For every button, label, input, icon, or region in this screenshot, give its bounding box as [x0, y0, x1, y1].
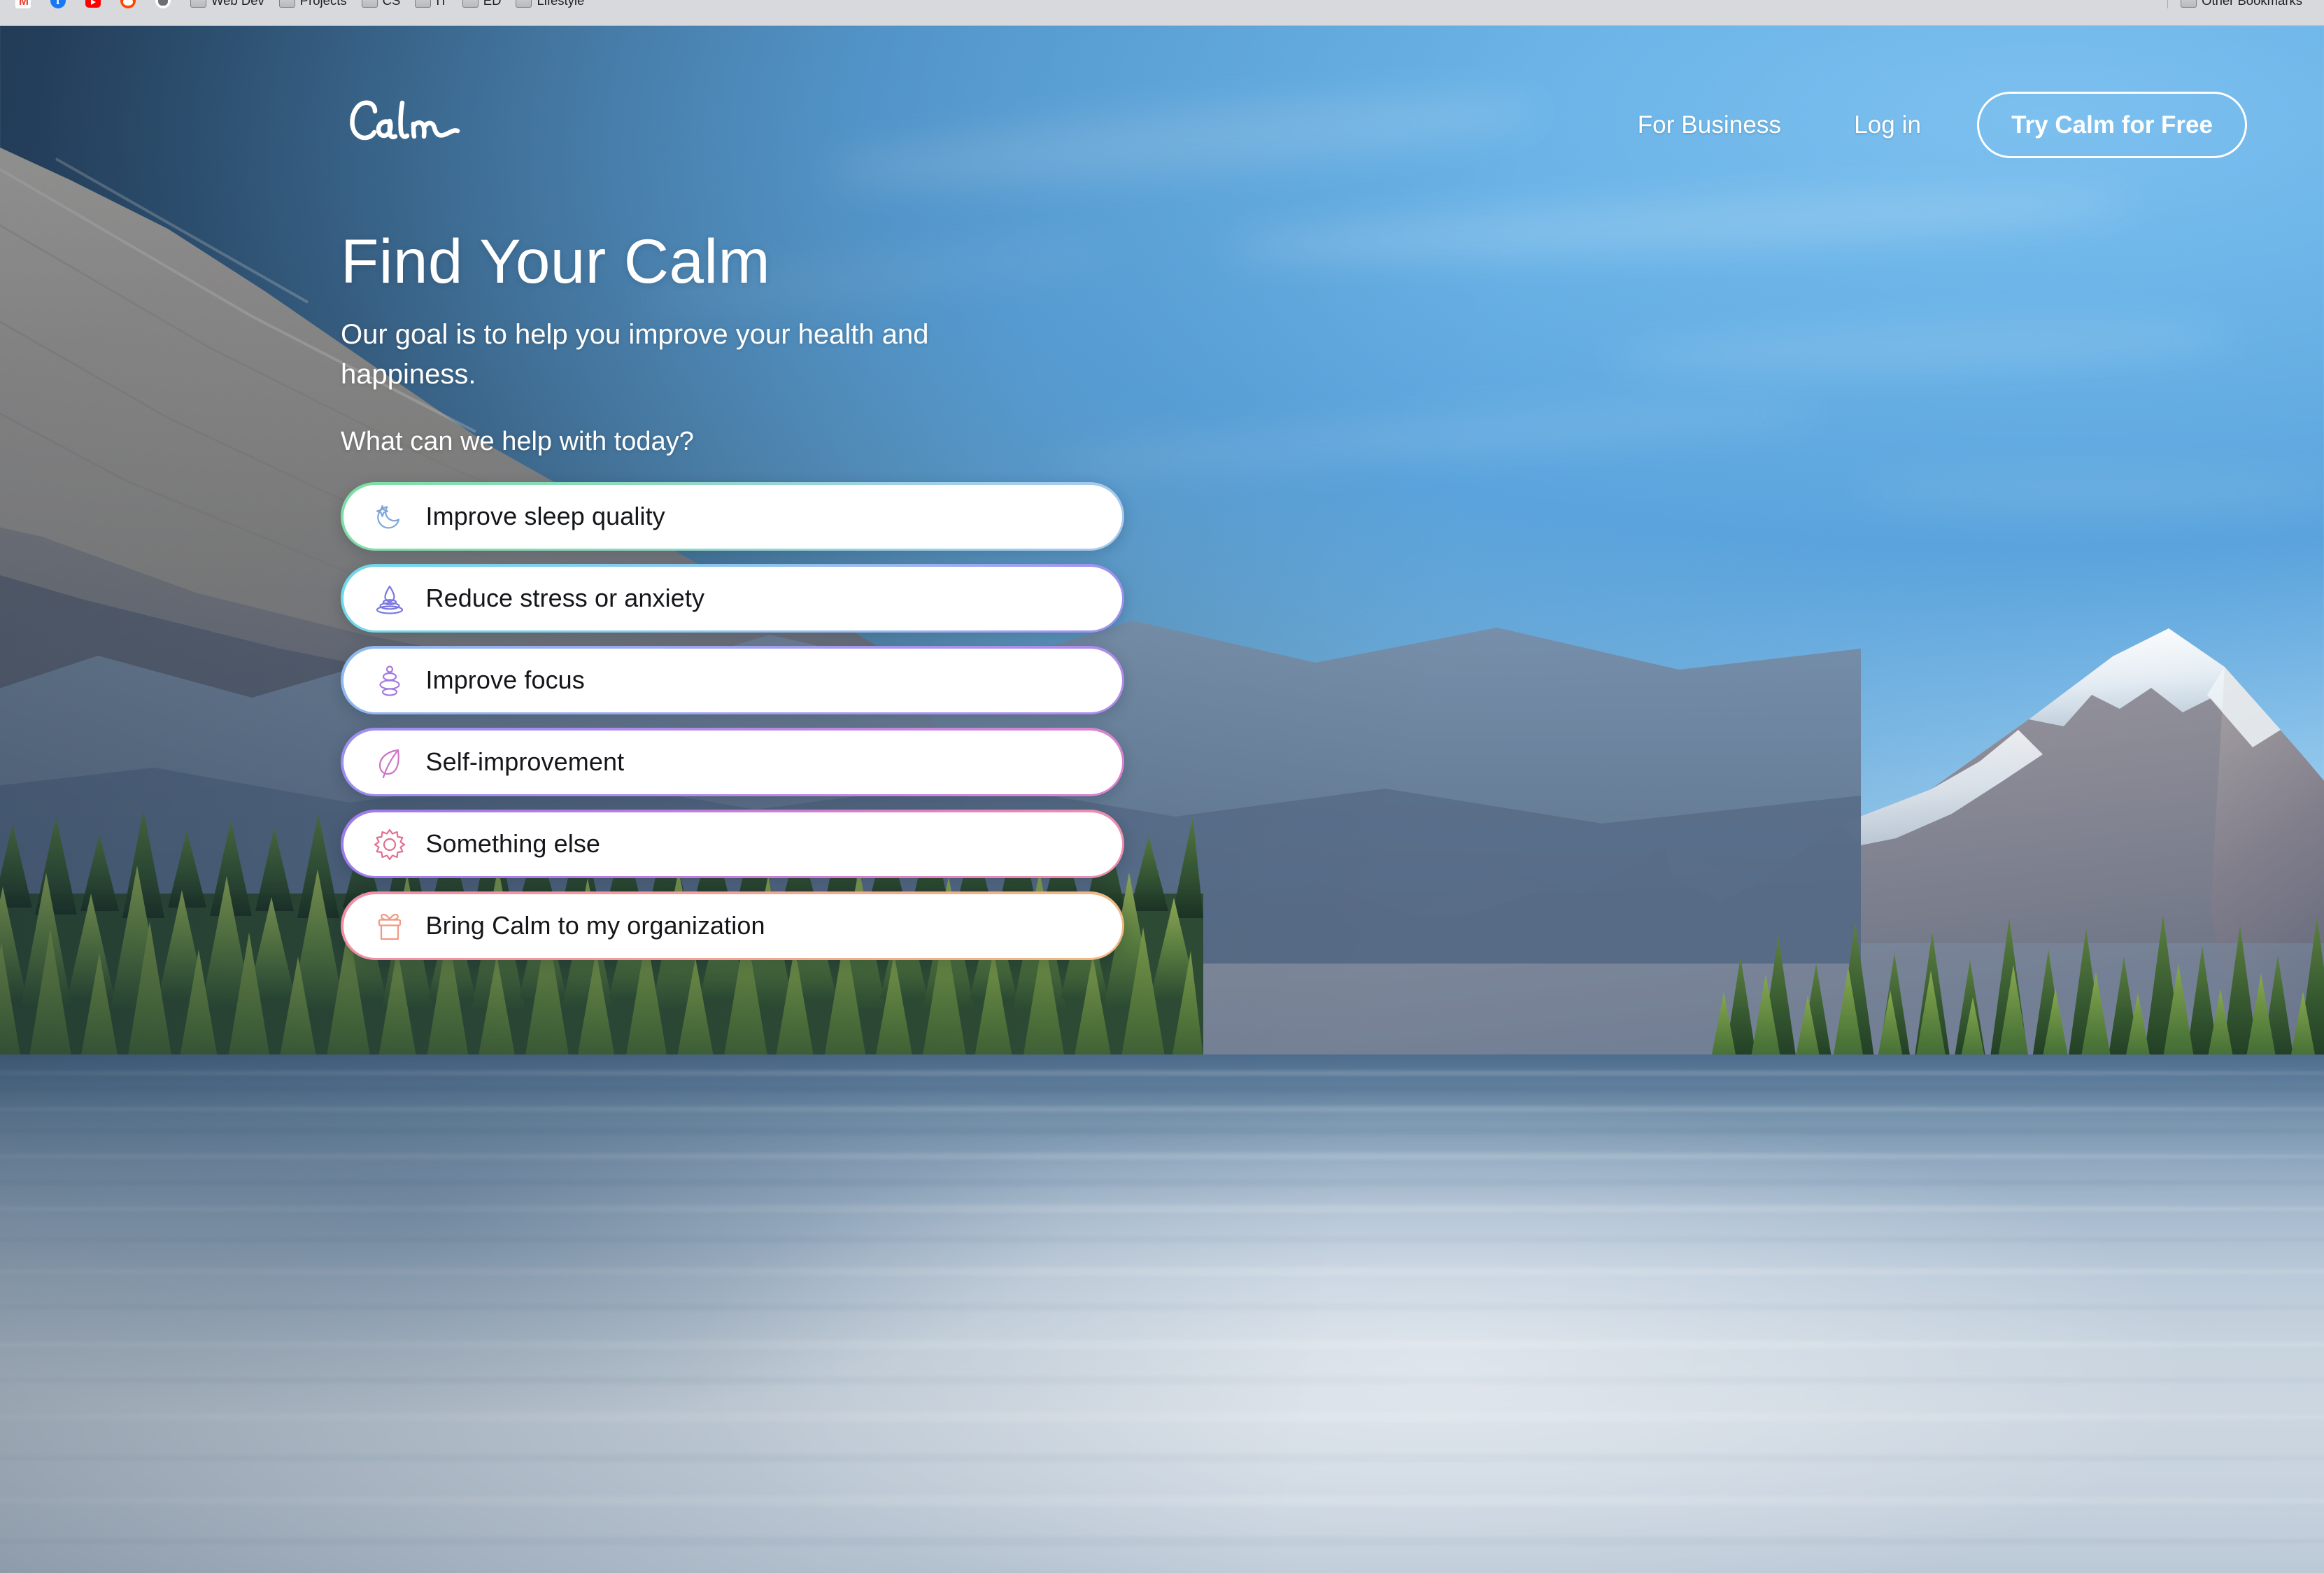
bookmark-folder-lifestyle[interactable]: Lifestyle [510, 0, 593, 12]
other-bookmarks-label: Other Bookmarks [2202, 0, 2302, 8]
option-label: Improve sleep quality [425, 502, 665, 531]
moon-sparkle-icon [371, 498, 408, 535]
bookmark-folder-cs[interactable]: CS [356, 0, 410, 12]
goal-options-list: Improve sleep quality Reduce stress or a… [341, 482, 1124, 961]
calm-landing-page: For Business Log in Try Calm for Free Fi… [0, 26, 2324, 1573]
option-self-improvement[interactable]: Self-improvement [341, 728, 1124, 797]
option-bring-calm-to-my-organization[interactable]: Bring Calm to my organization [341, 891, 1124, 961]
bookmark-label: Web Dev [211, 0, 264, 8]
bookmark-item[interactable] [115, 0, 150, 12]
hero-prompt: What can we help with today? [341, 427, 694, 457]
bookmark-item[interactable] [150, 0, 185, 12]
bookmark-folder-web-dev[interactable]: Web Dev [185, 0, 274, 12]
site-header: For Business Log in Try Calm for Free [0, 26, 2324, 236]
nav-for-business[interactable]: For Business [1601, 111, 1818, 139]
folder-icon [190, 0, 206, 8]
hero-subtitle: Our goal is to help you improve your hea… [341, 319, 929, 390]
option-label: Something else [425, 829, 601, 859]
option-label: Self-improvement [425, 747, 625, 777]
stacked-stones-icon [371, 662, 408, 698]
bookmark-label: IT [436, 0, 448, 8]
folder-icon [278, 0, 295, 8]
folder-icon [462, 0, 479, 8]
page-title: Find Your Calm [341, 226, 771, 296]
option-label: Improve focus [425, 665, 585, 695]
bookmark-label: CS [382, 0, 401, 8]
bookmark-item[interactable] [45, 0, 80, 12]
facebook-favicon [50, 0, 66, 8]
lake-water [0, 1054, 2324, 1573]
other-bookmarks-button[interactable]: Other Bookmarks [2175, 0, 2311, 12]
bookmark-folder-ed[interactable]: ED [457, 0, 511, 12]
leaf-icon [371, 744, 408, 780]
youtube-favicon [85, 0, 101, 8]
bookmark-list: Web Dev Projects CS IT ED Lifestyle [0, 0, 593, 13]
nav-log-in[interactable]: Log in [1818, 111, 1957, 139]
water-drop-ripple-icon [371, 580, 408, 616]
main-navigation: For Business Log in Try Calm for Free [1601, 92, 2247, 158]
hero-content: Find Your Calm Our goal is to help you i… [341, 226, 1180, 961]
reddit-favicon [120, 0, 136, 8]
gmail-favicon [15, 0, 31, 8]
bookmark-label: ED [483, 0, 502, 8]
github-favicon [155, 0, 171, 8]
bookmark-label: Lifestyle [537, 0, 585, 8]
option-label: Bring Calm to my organization [425, 911, 765, 940]
option-improve-focus[interactable]: Improve focus [341, 646, 1124, 715]
folder-icon [361, 0, 378, 8]
bookmark-item[interactable] [10, 0, 45, 12]
option-label: Reduce stress or anxiety [425, 584, 705, 613]
folder-icon [516, 0, 532, 8]
bookmark-divider [2167, 0, 2169, 8]
gift-box-icon [371, 908, 408, 944]
try-calm-for-free-button[interactable]: Try Calm for Free [1977, 92, 2247, 158]
other-bookmarks-group: Other Bookmarks [2160, 0, 2311, 13]
calm-logo[interactable] [341, 93, 481, 149]
bookmark-label: Projects [299, 0, 347, 8]
browser-bookmark-bar: Web Dev Projects CS IT ED Lifestyle Othe… [0, 0, 2324, 26]
bookmark-item[interactable] [80, 0, 115, 12]
sun-burst-icon [371, 826, 408, 862]
bookmark-folder-projects[interactable]: Projects [274, 0, 356, 12]
cloud [1854, 474, 2324, 509]
folder-icon [415, 0, 432, 8]
option-reduce-stress-or-anxiety[interactable]: Reduce stress or anxiety [341, 564, 1124, 633]
bookmark-folder-it[interactable]: IT [409, 0, 456, 12]
option-improve-sleep-quality[interactable]: Improve sleep quality [341, 482, 1124, 551]
folder-icon [2181, 0, 2197, 8]
option-something-else[interactable]: Something else [341, 810, 1124, 879]
water-ripples [0, 1054, 2324, 1573]
